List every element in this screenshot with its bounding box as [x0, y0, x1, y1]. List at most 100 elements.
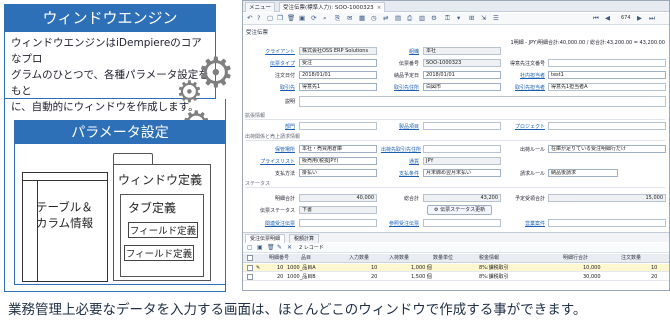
edit-icon[interactable]: ✎	[256, 264, 260, 272]
bp-address-field[interactable]: 白図市	[423, 83, 501, 91]
ship-to-label[interactable]: 出荷先取引先住所	[373, 146, 421, 153]
last-record-icon[interactable]: ⏭	[649, 14, 655, 23]
org-label[interactable]: 組織	[383, 48, 419, 55]
previous-record-icon[interactable]: ◀	[605, 14, 610, 22]
column-header: 数量単位	[433, 255, 454, 261]
new-record-icon[interactable]: ▢	[247, 244, 253, 251]
search-icon[interactable]: ⌕	[323, 14, 327, 23]
project-field[interactable]	[548, 122, 666, 130]
history-icon[interactable]: ◷	[371, 14, 377, 22]
save-icon[interactable]: ▣	[299, 14, 305, 22]
volume-field: 15,000	[548, 194, 666, 202]
bp-field[interactable]: 得意先1	[299, 83, 377, 91]
grid-toggle-icon[interactable]: ▦	[359, 14, 365, 22]
pricelist-select[interactable]: 販売用(税抜JPY)	[299, 157, 377, 165]
ship-to-field[interactable]	[423, 145, 501, 153]
save-icon[interactable]: ▣	[257, 244, 263, 251]
close-icon[interactable]: ×	[377, 5, 382, 11]
customer-order-field[interactable]	[548, 59, 666, 67]
promise-date-field[interactable]: 2018/01/01	[423, 71, 501, 79]
sales-opportunity-label[interactable]: 営業案件	[505, 220, 545, 227]
ref-order-label[interactable]: 参照受注伝票	[373, 220, 419, 227]
warehouse-select[interactable]: 本社・売買用倉庫	[299, 145, 377, 153]
refresh-icon[interactable]: ⟳	[311, 14, 316, 22]
bp-label[interactable]: 取引先	[251, 84, 295, 91]
cell-line-number: 20	[277, 274, 284, 280]
field-definition-box: フィールド定義	[124, 245, 194, 261]
orderdate-field[interactable]: 2018/01/01	[299, 71, 377, 79]
department-field[interactable]	[299, 122, 377, 130]
payment-method-select[interactable]: 掛払い	[299, 169, 377, 177]
doctype-select[interactable]: 受注	[299, 59, 377, 67]
sales-opportunity-field[interactable]	[548, 219, 666, 227]
cell-product: 1000_品目B	[287, 274, 316, 280]
pricelist-label[interactable]: プライスリスト	[251, 158, 295, 165]
dropdown-icon[interactable]: ▾	[457, 14, 460, 22]
field-definition-box: フィールド定義	[128, 222, 198, 238]
lock-icon[interactable]: ⚿	[445, 14, 450, 23]
company-agent-field[interactable]: test1	[548, 71, 666, 79]
bp-contact-field[interactable]: 得意先1担当者A	[548, 83, 666, 91]
menu-tab-bar: メニュー 受注伝票(標準入力): SOO-1000323 ×	[243, 1, 669, 12]
company-agent-label[interactable]: 社内担当者	[505, 72, 545, 79]
warehouse-label[interactable]: 保管場所	[251, 146, 295, 153]
bp-address-label[interactable]: 取引先住所	[383, 84, 419, 91]
row-checkbox[interactable]	[247, 274, 253, 280]
tab-menu[interactable]: メニュー	[245, 2, 276, 12]
table-row[interactable]: ✎ 10 1000_品目A 10 1,000 個 8%:課税取引 10,000 …	[243, 264, 669, 272]
help-icon[interactable]: ?	[257, 14, 260, 22]
cell-price: 1,000 個	[411, 265, 432, 271]
copy-icon[interactable]: ❐	[277, 14, 283, 22]
process-icon[interactable]: ⚙	[431, 14, 437, 22]
cell-line-number: 10	[277, 265, 284, 271]
doctype-label[interactable]: 伝票タイプ	[251, 60, 295, 67]
project-label[interactable]: プロジェクト	[505, 123, 545, 130]
status-section[interactable]: ステータス	[245, 180, 270, 187]
grid-header: 明細番号 品目 入力数量 入荷数量 数量単位 税金情報 明細行合計 注文数量	[243, 254, 669, 263]
delete-icon[interactable]: 🗑	[287, 14, 295, 22]
new-record-icon[interactable]: ▢	[267, 14, 273, 22]
department-label[interactable]: 部門	[251, 123, 295, 130]
shipping-section[interactable]: 出荷関係と売上請求情報	[245, 133, 300, 140]
delete-icon[interactable]: 🗑	[267, 244, 275, 251]
activity-field[interactable]	[423, 122, 501, 130]
select-all-checkbox[interactable]	[247, 255, 253, 261]
tab-tax[interactable]: 税額計算	[289, 234, 320, 243]
currency-label[interactable]: 通貨	[383, 158, 419, 165]
row-checkbox[interactable]	[247, 265, 253, 271]
delete-record-icon[interactable]: ✕	[287, 244, 292, 251]
payment-term-select[interactable]: 月末締め翌月末払い	[423, 169, 501, 177]
workflow-icon[interactable]: ⊞	[469, 14, 474, 22]
undo-icon[interactable]: ↶	[247, 14, 252, 22]
invoice-rule-label: 請求ルール	[519, 171, 545, 177]
zoom-icon[interactable]: ⇄	[383, 14, 388, 22]
tab-order-lines[interactable]: 受注伝票明細	[245, 234, 286, 243]
ship-rule-select[interactable]: 在庫が足りている受注明細行だけ	[548, 145, 666, 153]
extension-section[interactable]: 拡張情報	[245, 112, 265, 119]
column-header: 明細行合計	[563, 255, 589, 261]
attachment-icon[interactable]: ⎘	[335, 14, 340, 23]
activity-label[interactable]: 製品項目	[383, 123, 419, 130]
print-icon[interactable]: ⎙	[407, 14, 412, 23]
table-row[interactable]: 20 1000_品目B 20 1,500 個 8%:課税取引 30,000 20	[243, 273, 669, 281]
settings-icon[interactable]: ☰	[493, 14, 499, 22]
invoice-rule-select[interactable]: 納品後請求	[548, 169, 618, 177]
link-order-field[interactable]	[299, 219, 377, 227]
payment-term-label[interactable]: 支払条件	[383, 170, 419, 177]
tab-sales-order[interactable]: 受注伝票(標準入力): SOO-1000323 ×	[279, 2, 386, 12]
archive-icon[interactable]: ▥	[419, 14, 425, 22]
client-label[interactable]: クライアント	[251, 48, 295, 55]
doc-action-button[interactable]: ⚙ 伝票ステータス更新	[427, 205, 493, 215]
link-order-label[interactable]: 関連受注伝票	[247, 220, 295, 227]
first-record-icon[interactable]: ⏮	[593, 14, 599, 23]
order-form: クライアント 株式会社OSS ERP Solutions 組織 本社 伝票タイプ…	[243, 45, 669, 230]
edit-icon[interactable]: ✎	[277, 244, 282, 251]
next-record-icon[interactable]: ▶	[637, 14, 642, 22]
bp-contact-label[interactable]: 取引先担当者	[505, 84, 545, 91]
cell-product: 1000_品目A	[287, 265, 316, 271]
ref-order-field[interactable]	[423, 219, 501, 227]
chat-icon[interactable]: ✉	[347, 14, 352, 22]
export-icon[interactable]: ⇲	[481, 14, 486, 22]
description-field[interactable]	[299, 96, 666, 107]
report-icon[interactable]: ▤	[395, 14, 401, 22]
